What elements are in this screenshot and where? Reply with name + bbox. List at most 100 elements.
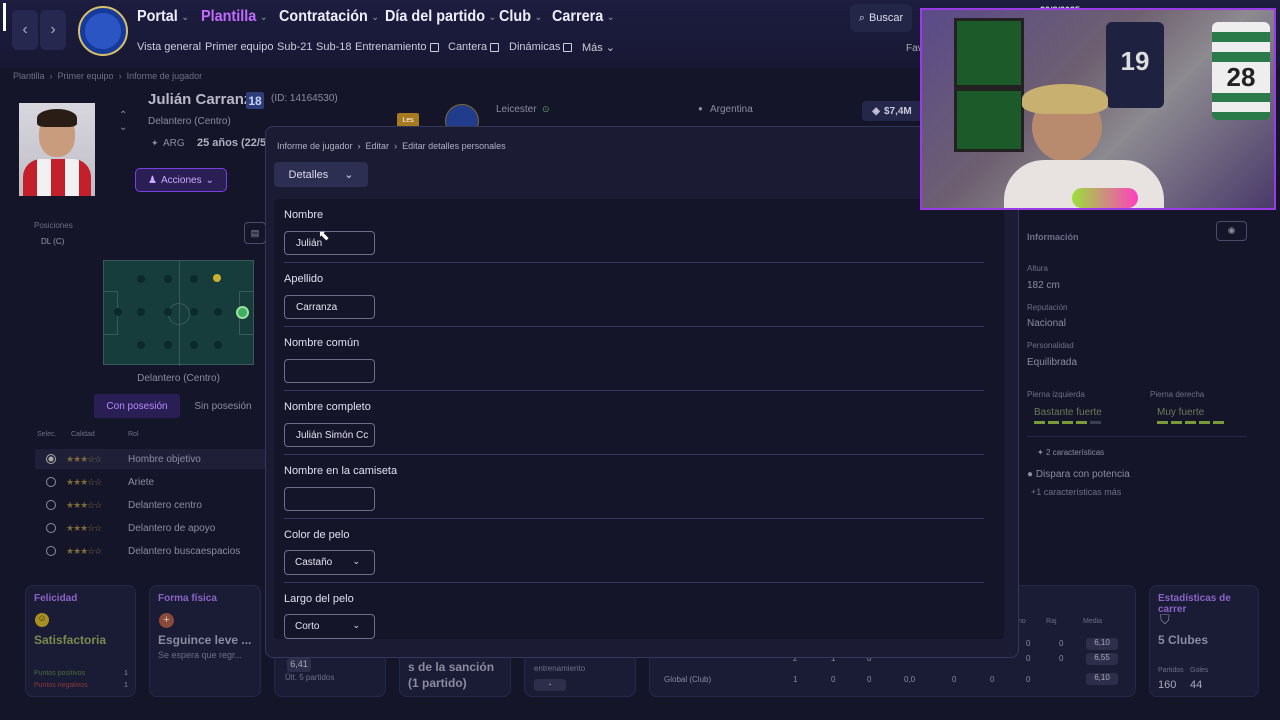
- player-switch-arrows[interactable]: ⌃ ⌄: [119, 110, 127, 134]
- chevron-down-icon: ⌄: [606, 11, 615, 23]
- nav-menu-club[interactable]: Club ⌄: [499, 8, 542, 26]
- edit-personal-details-dialog: Informe de jugador › Editar › Editar detal…: [265, 126, 1019, 658]
- back-button[interactable]: ‹: [12, 10, 38, 50]
- role-row[interactable]: ★★★☆☆ Delantero centro: [35, 495, 265, 515]
- career-stats-card[interactable]: Estadísticas de carrer ⛉ 5 Clubes Partid…: [1149, 585, 1259, 697]
- select-value: Corto: [295, 621, 320, 632]
- nav-label: Plantilla: [201, 8, 257, 25]
- career-clubs: 5 Clubes: [1158, 633, 1209, 647]
- radio-icon[interactable]: [46, 500, 56, 510]
- shirt-name-input[interactable]: [284, 487, 375, 511]
- reputation-label: Reputación: [1027, 303, 1068, 312]
- nav-label: Contratación: [279, 8, 368, 25]
- nav-menu-dia-del-partido[interactable]: Día del partido ⌄: [385, 8, 496, 26]
- document-icon[interactable]: ▤: [244, 222, 266, 244]
- subnav-entrenamiento[interactable]: Entrenamiento: [355, 41, 439, 53]
- actions-button[interactable]: ♟ Acciones ⌄: [135, 168, 227, 192]
- nav-menu-carrera[interactable]: Carrera ⌄: [552, 8, 614, 26]
- player-age: 25 años (22/5: [197, 137, 267, 149]
- subnav-vista-general[interactable]: Vista general: [137, 41, 201, 53]
- role-row[interactable]: ★★★☆☆ Hombre objetivo: [35, 449, 265, 469]
- played-value: 160: [1158, 679, 1177, 691]
- tab-without-possession[interactable]: Sin posesión: [184, 394, 262, 418]
- breadcrumb-item: Editar detalles personales: [402, 141, 506, 151]
- radio-icon[interactable]: [46, 546, 56, 556]
- breadcrumb-item[interactable]: Plantilla: [13, 71, 45, 81]
- last-name-input[interactable]: Carranza: [284, 295, 375, 319]
- left-foot-label: Pierna izquierda: [1027, 390, 1085, 399]
- form-scroll-area[interactable]: Nombre Julián Apellido Carranza Nombre c…: [274, 199, 1004, 639]
- stats-cell: 0: [831, 675, 836, 684]
- stats-col-header: Media: [1083, 618, 1103, 625]
- tab-with-possession[interactable]: Con posesión: [94, 394, 180, 418]
- subnav-primer-equipo[interactable]: Primer equipo: [205, 41, 273, 53]
- positions-label: Posiciones: [34, 221, 73, 230]
- full-name-input[interactable]: Julián Simón Cc: [284, 423, 375, 447]
- subnav-sub18[interactable]: Sub-18: [316, 41, 351, 53]
- fitness-value: Esguince leve ...: [158, 633, 252, 647]
- common-name-input[interactable]: [284, 359, 375, 383]
- happiness-card[interactable]: Felicidad ☺ Satisfactoria Puntos positiv…: [25, 585, 136, 697]
- role-row[interactable]: ★★★☆☆ Delantero de apoyo: [35, 518, 265, 538]
- training-label: entrenamiento: [534, 664, 586, 673]
- forward-button[interactable]: ›: [40, 10, 66, 50]
- subnav-cantera[interactable]: Cantera: [448, 41, 500, 53]
- radio-icon[interactable]: [46, 523, 56, 533]
- breadcrumb-item[interactable]: Editar: [366, 141, 390, 151]
- subnav-label: Más: [582, 41, 603, 54]
- more-traits-link[interactable]: +1 características más: [1031, 487, 1121, 497]
- medical-cross-icon: +: [159, 613, 174, 628]
- breadcrumb-item[interactable]: Primer equipo: [58, 71, 114, 81]
- role-label: Hombre objetivo: [128, 453, 201, 465]
- subnav-mas[interactable]: Más ⌄: [582, 41, 615, 55]
- chevron-down-icon: ⌄: [344, 169, 354, 181]
- breadcrumb-separator: ›: [357, 141, 361, 151]
- right-foot-label: Pierna derecha: [1150, 390, 1205, 399]
- subnav-dinamicas[interactable]: Dinámicas: [509, 41, 573, 53]
- stats-cell: 0: [990, 675, 995, 684]
- stats-cell: 1: [793, 675, 798, 684]
- field-label: Nombre: [284, 209, 324, 221]
- club-crest-logo[interactable]: [78, 6, 128, 56]
- negative-points-count: 1: [124, 682, 128, 689]
- section-dropdown[interactable]: Detalles ⌄: [274, 162, 368, 187]
- role-label: Delantero buscaespacios: [128, 545, 241, 557]
- hair-length-field-row: Largo del pelo Corto ⌄: [284, 583, 984, 639]
- hair-color-select[interactable]: Castaño ⌄: [284, 550, 375, 575]
- fitness-card[interactable]: Forma física + Esguince leve ... Se espe…: [149, 585, 261, 697]
- suspension-sub: (1 partido): [408, 676, 467, 690]
- bullet-icon: ●: [1027, 469, 1036, 480]
- radio-selected-icon[interactable]: [46, 454, 56, 464]
- chevron-down-icon: ⌄: [534, 11, 543, 23]
- status-badge: Les: [397, 113, 419, 127]
- nav-menu-contratacion[interactable]: Contratación ⌄: [279, 8, 379, 26]
- player-club[interactable]: Leicester: [496, 104, 537, 115]
- sparkle-icon: ✦: [1037, 448, 1046, 457]
- hair-length-select[interactable]: Corto ⌄: [284, 614, 375, 639]
- breadcrumb-item[interactable]: Informe de jugador: [277, 141, 353, 151]
- stats-row-label: Global (Club): [664, 675, 712, 684]
- player-country: Argentina: [710, 104, 753, 115]
- nav-label: Día del partido: [385, 8, 486, 25]
- subnav-sub21[interactable]: Sub-21: [277, 41, 312, 53]
- info-title: Información: [1027, 232, 1079, 242]
- profile-icon[interactable]: ◉: [1216, 221, 1247, 241]
- jersey-image: 19: [1106, 22, 1164, 108]
- webcam-overlay: 19 28: [920, 8, 1276, 210]
- person-icon: ♟: [148, 174, 157, 186]
- select-value: Castaño: [295, 557, 333, 568]
- trait-label: Dispara con potencia: [1035, 469, 1130, 480]
- search-label: Buscar: [868, 12, 904, 24]
- role-row[interactable]: ★★★☆☆ Ariete: [35, 472, 265, 492]
- search-button[interactable]: ⌕ Buscar: [850, 4, 912, 32]
- nav-menu-portal[interactable]: Portal ⌄: [137, 8, 189, 26]
- role-row[interactable]: ★★★☆☆ Delantero buscaespacios: [35, 541, 265, 561]
- radio-icon[interactable]: [46, 477, 56, 487]
- negative-points-label: Puntos negativos: [34, 682, 88, 689]
- nav-menu-plantilla[interactable]: Plantilla ⌄: [201, 8, 267, 26]
- club-link-icon: ⊙: [542, 104, 550, 114]
- breadcrumb-separator: ›: [118, 71, 122, 81]
- goals-value: 44: [1190, 679, 1203, 691]
- personality-value: Equilibrada: [1027, 357, 1078, 368]
- chevron-down-icon: ⌄: [488, 11, 497, 23]
